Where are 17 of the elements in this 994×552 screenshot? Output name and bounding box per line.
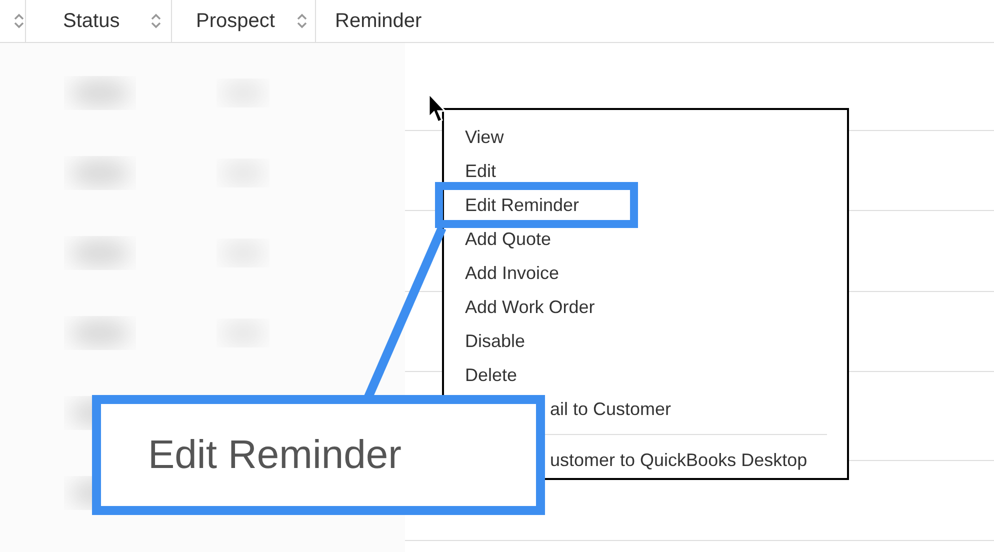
sort-icon[interactable] — [296, 12, 308, 30]
column-header[interactable]: Status — [63, 10, 120, 32]
column-header[interactable]: Prospect — [196, 10, 275, 32]
menu-item[interactable]: ustomer to QuickBooks Desktop — [550, 443, 847, 477]
column-header[interactable]: Reminder — [335, 10, 422, 32]
menu-item[interactable]: ail to Customer — [550, 392, 847, 426]
menu-item[interactable]: Add Invoice — [444, 256, 847, 290]
menu-item[interactable]: Edit — [444, 154, 847, 188]
menu-item[interactable]: Delete — [444, 358, 847, 392]
sort-icon[interactable] — [13, 12, 25, 30]
menu-item[interactable]: Add Work Order — [444, 290, 847, 324]
menu-item[interactable]: View — [444, 120, 847, 154]
menu-item[interactable]: Disable — [444, 324, 847, 358]
menu-item[interactable]: Add Quote — [444, 222, 847, 256]
menu-item[interactable]: Edit Reminder — [444, 188, 847, 222]
sort-icon[interactable] — [150, 12, 162, 30]
callout-text: Edit Reminder — [148, 432, 402, 478]
